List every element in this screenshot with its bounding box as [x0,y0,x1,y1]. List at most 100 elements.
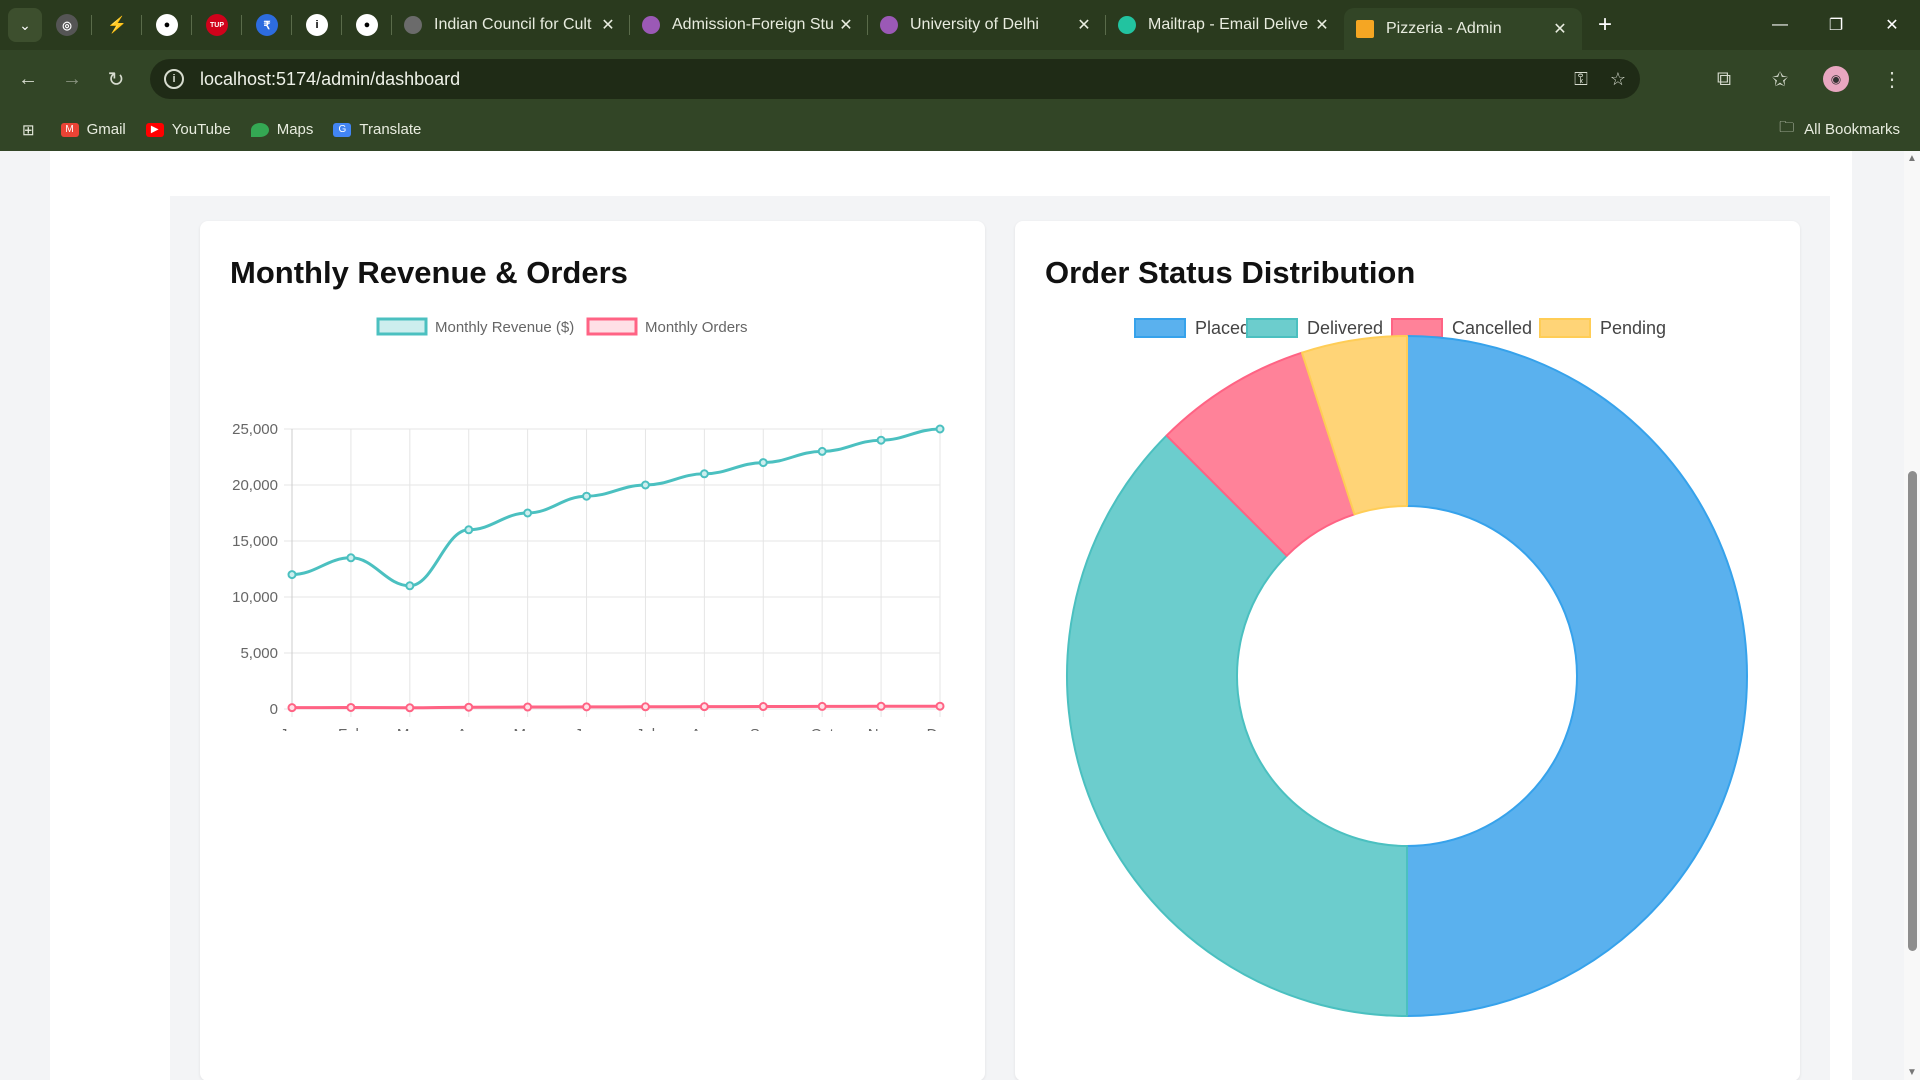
url-text[interactable]: localhost:5174/admin/dashboard [200,69,460,90]
pinned-tab-5[interactable]: ₹ [242,0,292,50]
new-tab-button[interactable]: + [1582,11,1628,39]
data-point [640,480,650,490]
tab-label: Mailtrap - Email Delive [1148,16,1309,33]
tab-label: University of Delhi [910,16,1039,33]
github-icon: ● [356,14,378,36]
bookmark-label: Gmail [86,121,126,138]
tab-admission[interactable]: Admission-Foreign Stu ✕ [630,0,868,50]
all-bookmarks-button[interactable]: 🗀 All Bookmarks [1779,108,1900,151]
reload-icon[interactable]: ↻ [94,57,138,101]
x-tick-label: Feb [338,726,364,731]
bookmark-youtube[interactable]: ▶ YouTube [145,121,231,138]
page-viewport: Monthly Revenue & Orders Monthly Revenue… [0,151,1920,1080]
data-point [346,553,356,563]
tab-search-button[interactable]: ⌄ [8,8,42,42]
close-icon[interactable]: ✕ [1074,15,1094,35]
data-point [758,458,768,468]
university-icon [880,16,898,34]
translate-icon: G [333,122,352,137]
data-point [935,701,945,711]
legend-label: Monthly Revenue ($) [435,319,574,336]
close-icon[interactable]: ✕ [1550,19,1570,39]
data-point [405,581,415,591]
maps-icon [250,122,269,137]
x-tick-label: Oct [811,726,835,731]
legend-swatch [1134,318,1186,338]
pinned-tab-github-2[interactable]: ● [342,0,392,50]
revenue-card-title: Monthly Revenue & Orders [230,255,628,290]
profile-button[interactable]: ◉ [1808,50,1864,108]
legend-swatch [1539,318,1591,338]
gmail-icon: M [60,122,79,137]
data-point [405,703,415,713]
tab-label: Admission-Foreign Stu [672,16,834,33]
tab-pizzeria-admin[interactable]: Pizzeria - Admin ✕ [1344,8,1582,50]
scroll-up-icon[interactable]: ▲ [1907,153,1917,164]
bookmark-maps[interactable]: Maps [250,121,313,138]
data-point [287,703,297,713]
x-tick-label: Jan [280,726,304,731]
close-icon[interactable]: ✕ [598,15,618,35]
tab-strip: ⌄ ◎ ⚡ ● TUP ₹ i ● Indian Council for Cul… [0,0,1920,50]
reading-list-icon[interactable]: ✩ [1752,50,1808,108]
forward-arrow-icon[interactable]: → [50,57,94,101]
restore-icon[interactable]: ❐ [1808,0,1864,50]
y-tick-label: 15,000 [232,533,278,550]
page-scrollbar[interactable]: ▲ ▼ [1904,151,1920,1080]
bookmark-gmail[interactable]: M Gmail [60,121,126,138]
x-tick-label: Dec [927,726,954,731]
data-point [523,702,533,712]
youtube-icon: ▶ [145,122,164,137]
close-window-icon[interactable]: ✕ [1864,0,1920,50]
bookmark-star-icon[interactable]: ☆ [1610,69,1626,90]
minimize-icon[interactable]: — [1752,0,1808,50]
data-point [523,508,533,518]
scroll-down-icon[interactable]: ▼ [1907,1067,1917,1078]
status-card-title: Order Status Distribution [1045,255,1416,290]
data-point [346,702,356,712]
back-arrow-icon[interactable]: ← [6,57,50,101]
tab-icc[interactable]: Indian Council for Cult ✕ [392,0,630,50]
university-icon [642,16,660,34]
revenue-card: Monthly Revenue & Orders Monthly Revenue… [200,221,985,1080]
bookmark-label: Translate [359,121,422,138]
bookmark-label: YouTube [171,121,231,138]
data-point [699,469,709,479]
site-info-icon[interactable]: i [164,69,184,89]
x-tick-label: Nov [868,726,895,731]
apps-grid-icon[interactable]: ⊞ [22,121,35,139]
pinned-tab-github[interactable]: ● [142,0,192,50]
data-point [876,435,886,445]
tab-du[interactable]: University of Delhi ✕ [868,0,1106,50]
tup-icon: TUP [206,14,228,36]
data-point [464,702,474,712]
pinned-tab-6[interactable]: i [292,0,342,50]
tab-mailtrap[interactable]: Mailtrap - Email Delive ✕ [1106,0,1344,50]
bookmark-translate[interactable]: G Translate [333,121,421,138]
legend-label: Placed [1195,318,1250,338]
legend-label: Delivered [1307,318,1383,338]
mailtrap-icon [1118,16,1136,34]
data-point [817,701,827,711]
extensions-icon[interactable]: ⧉ [1696,50,1752,108]
doughnut-slice-placed [1406,335,1748,1017]
scrollbar-thumb[interactable] [1908,471,1917,951]
close-icon[interactable]: ✕ [836,15,856,35]
folder-icon: 🗀 [1779,119,1795,136]
legend-swatch [1391,318,1443,338]
y-tick-label: 5,000 [240,645,278,662]
y-tick-label: 10,000 [232,589,278,606]
password-key-icon[interactable]: ⚿ [1574,69,1588,90]
address-bar[interactable]: i localhost:5174/admin/dashboard ⚿ ☆ [150,59,1640,99]
close-icon[interactable]: ✕ [1312,15,1332,35]
info-icon: i [306,14,328,36]
pinned-tab-2[interactable]: ⚡ [92,0,142,50]
legend-label: Pending [1600,318,1666,338]
pinned-tab-4[interactable]: TUP [192,0,242,50]
data-point [464,525,474,535]
menu-dots-icon[interactable]: ⋮ [1864,50,1920,108]
pinned-tab-1[interactable]: ◎ [42,0,92,50]
series-line [291,704,941,710]
data-point [582,702,592,712]
charts-section: Monthly Revenue & Orders Monthly Revenue… [170,196,1830,1080]
